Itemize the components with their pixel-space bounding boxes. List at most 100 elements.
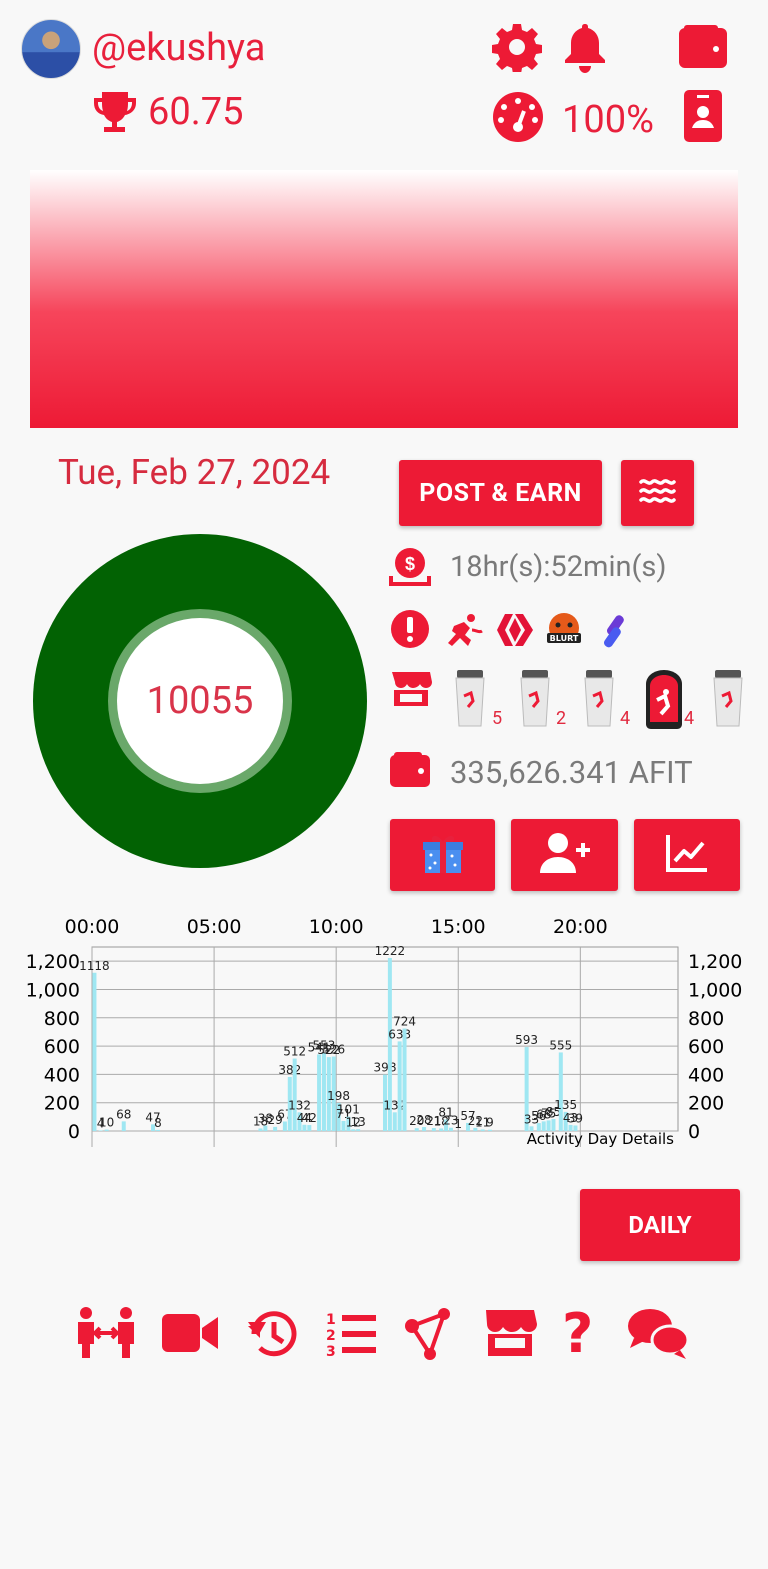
activity-bar — [155, 1129, 160, 1131]
y-tick-label-right: 400 — [688, 1064, 724, 1086]
svg-text:$: $ — [405, 554, 415, 574]
ranking-list-icon[interactable]: 123 — [326, 1310, 378, 1362]
avatar[interactable] — [21, 19, 81, 79]
banner-gradient — [30, 170, 738, 428]
bar-value-label: 555 — [549, 1038, 572, 1052]
gift-button[interactable] — [390, 819, 495, 891]
activity-bar — [321, 1052, 326, 1131]
chat-icon[interactable] — [626, 1306, 690, 1366]
shop-icon[interactable] — [483, 1308, 537, 1362]
wallet-icon[interactable] — [678, 24, 728, 74]
activity-bar — [302, 1124, 307, 1131]
y-tick-label-left: 800 — [44, 1008, 80, 1030]
activity-bar — [307, 1125, 312, 1131]
battery-percent: 100% — [562, 98, 654, 142]
id-badge-icon[interactable] — [684, 90, 722, 146]
bar-value-label: 135 — [554, 1098, 577, 1112]
svg-text:2: 2 — [326, 1328, 336, 1344]
activity-chart: 1,200 1,200 1,000 1,000 800 800 600 600 400 400 20… — [0, 905, 768, 1160]
current-date: Tue, Feb 27, 2024 — [58, 452, 331, 493]
activity-bar — [448, 1127, 453, 1131]
alert-icon[interactable] — [390, 609, 430, 653]
chart-line-icon — [665, 833, 709, 877]
add-user-button[interactable] — [511, 819, 618, 891]
activity-bar — [397, 1041, 402, 1131]
bar-value-label: 39 — [568, 1111, 583, 1125]
y-tick-label-left: 400 — [44, 1064, 80, 1086]
y-tick-label-right: 800 — [688, 1008, 724, 1030]
svg-text:1: 1 — [326, 1312, 336, 1328]
x-tick-label: 10:00 — [309, 916, 364, 938]
activity-bar — [258, 1128, 263, 1131]
bar-value-label: 633 — [388, 1027, 411, 1041]
activity-bar — [92, 972, 97, 1131]
product-count: 4 — [620, 708, 631, 729]
history-icon[interactable] — [246, 1308, 298, 1364]
y-tick-label-right: 1,200 — [688, 951, 742, 973]
bar-value-label: 593 — [515, 1033, 538, 1047]
share-icon[interactable] — [404, 1308, 452, 1364]
activity-bar — [392, 1112, 397, 1131]
blurt-logo-icon[interactable]: BLURT — [546, 612, 582, 652]
bar-value-label: 1118 — [79, 959, 110, 973]
activity-bar — [273, 1126, 278, 1131]
activity-bar — [121, 1121, 126, 1131]
actifit-runner-icon[interactable] — [444, 612, 486, 652]
activity-bar — [402, 1028, 407, 1131]
daily-button[interactable]: DAILY — [580, 1189, 740, 1261]
gear-icon[interactable] — [492, 22, 542, 76]
speedometer-icon[interactable] — [492, 91, 544, 147]
activity-bar — [104, 1129, 109, 1131]
y-tick-label-right: 600 — [688, 1036, 724, 1058]
bar-value-label: 512 — [283, 1045, 306, 1059]
hive-logo-icon[interactable] — [494, 612, 536, 652]
stats-button[interactable] — [634, 819, 740, 891]
shaker-product-5[interactable] — [712, 670, 744, 732]
splinterlands-logo-icon[interactable] — [600, 612, 628, 654]
gift-icon — [421, 831, 465, 879]
activity-bar — [356, 1129, 361, 1131]
product-count: 4 — [684, 708, 695, 729]
waves-icon — [638, 476, 678, 510]
y-tick-label-left: 1,000 — [26, 979, 80, 1001]
video-icon[interactable] — [162, 1312, 220, 1358]
reward-timer: 18hr(s):52min(s) — [450, 550, 667, 584]
product-count: 5 — [492, 708, 503, 729]
trophy-icon — [92, 90, 138, 136]
y-tick-label-left: 0 — [68, 1121, 80, 1143]
bar-value-label: 9 — [486, 1116, 494, 1130]
activity-bar — [351, 1129, 356, 1131]
wallet-balance: 335,626.341 AFIT — [450, 754, 693, 791]
post-and-earn-button[interactable]: POST & EARN — [399, 460, 602, 526]
shaker-product-1[interactable] — [454, 670, 486, 732]
y-tick-label-left: 600 — [44, 1036, 80, 1058]
svg-text:3: 3 — [326, 1344, 336, 1358]
x-tick-label: 05:00 — [187, 916, 242, 938]
username[interactable]: @ekushya — [92, 26, 265, 70]
shop-icon[interactable] — [390, 668, 432, 712]
y-tick-label-right: 1,000 — [688, 979, 742, 1001]
wallet-icon[interactable] — [390, 752, 430, 792]
backpack-product[interactable] — [640, 668, 688, 734]
friends-icon[interactable] — [76, 1306, 136, 1364]
activity-chart-svg: 1,200 1,200 1,000 1,000 800 800 600 600 400 400 20… — [26, 916, 743, 1148]
help-icon[interactable]: ? — [562, 1302, 593, 1365]
bar-value-label: 398 — [374, 1061, 397, 1075]
bell-icon[interactable] — [562, 22, 608, 78]
bar-value-label: 198 — [327, 1089, 350, 1103]
y-tick-label-right: 200 — [688, 1093, 724, 1115]
y-tick-label-left: 1,200 — [26, 951, 80, 973]
activity-bar — [431, 1128, 436, 1131]
shaker-product-2[interactable] — [519, 670, 551, 732]
activity-bar — [480, 1129, 485, 1131]
bar-value-label: 8 — [154, 1116, 162, 1130]
activity-bar — [317, 1054, 322, 1131]
add-user-icon — [538, 831, 592, 879]
shaker-product-3[interactable] — [583, 670, 615, 732]
waves-menu-button[interactable] — [621, 460, 694, 526]
y-tick-label-left: 200 — [44, 1093, 80, 1115]
x-tick-label: 00:00 — [65, 916, 120, 938]
activity-bar — [439, 1128, 444, 1131]
bar-value-label: 68 — [116, 1107, 131, 1121]
bar-value-label: 10 — [99, 1116, 114, 1130]
